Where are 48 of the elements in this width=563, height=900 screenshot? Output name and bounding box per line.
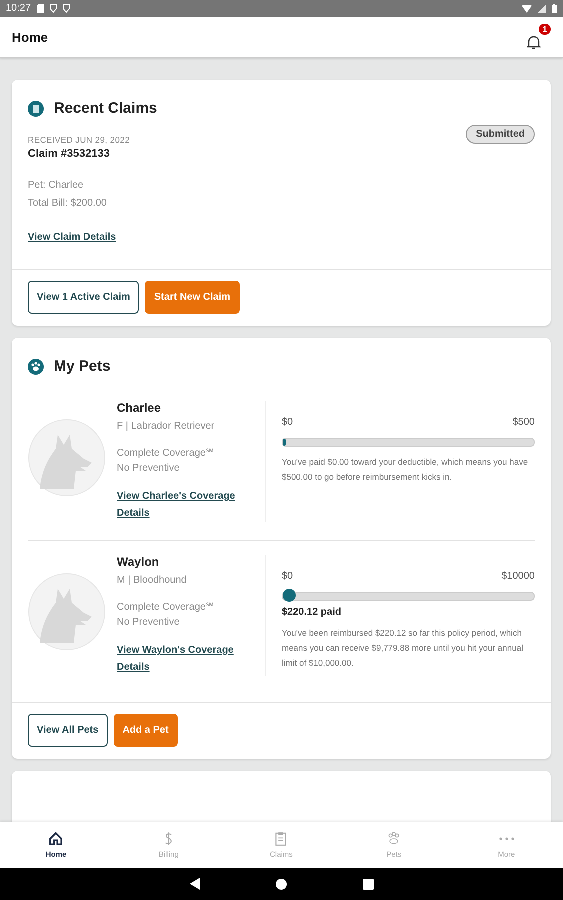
status-time: 10:27 [6, 3, 32, 14]
range-max: $500 [512, 417, 535, 428]
card-title: My Pets [54, 358, 111, 375]
dog-avatar-icon [28, 419, 106, 497]
coverage-plan: Complete Coverage℠ [117, 601, 215, 613]
bell-icon [527, 35, 541, 50]
recents-icon[interactable] [362, 878, 374, 890]
home-button-icon[interactable] [276, 878, 286, 890]
coverage-details-link[interactable]: View Charlee's Coverage Details [117, 488, 257, 522]
claim-details-link[interactable]: View Claim Details [28, 232, 116, 243]
preventive-plan: No Preventive [117, 463, 181, 474]
wifi-icon [522, 4, 532, 12]
coverage-note: You've paid $0.00 toward your deductible, which means you have $500.00 to go before reimbursement kicks in. [282, 456, 530, 484]
page-title: Home [12, 30, 50, 44]
total-bill: Total Bill: $200.00 [28, 198, 108, 209]
claim-number: Claim #3532133 [28, 148, 111, 160]
range-max: $10000 [502, 571, 535, 582]
notification-button[interactable]: 1 [527, 24, 551, 50]
coverage-plan: Complete Coverage℠ [117, 447, 215, 459]
pet-details: M | Bloodhound [117, 575, 188, 586]
pet-label: Pet: Charlee [28, 180, 85, 191]
outline-button[interactable]: View 1 Active Claim [28, 281, 140, 314]
notification-badge: 1 [539, 24, 551, 35]
pet-name: Waylon [117, 555, 160, 569]
status-badge: Submitted [466, 125, 535, 144]
range-min: $0 [282, 417, 294, 428]
coverage-details-link[interactable]: View Waylon's Coverage Details [117, 642, 257, 676]
preventive-plan: No Preventive [117, 617, 181, 628]
sd-card-icon [37, 4, 44, 13]
primary-button[interactable]: Start New Claim [145, 281, 240, 314]
paw-icon [28, 358, 44, 374]
home-icon [48, 831, 64, 847]
pet-name: Charlee [117, 401, 162, 415]
signal-icon [538, 4, 546, 12]
card-title: Recent Claims [54, 100, 158, 117]
outline-button[interactable]: View All Pets [28, 714, 108, 747]
document-icon [28, 100, 44, 116]
coverage-note: You've been reimbursed $220.12 so far this policy period, which means you can receive $9,779.88 more until you hit your annual limit of $10,000.00. [282, 627, 524, 670]
received-date: RECEIVED JUN 29, 2022 [28, 135, 131, 145]
range-min: $0 [282, 571, 294, 582]
dog-avatar-icon [28, 573, 106, 651]
pet-details: F | Labrador Retriever [117, 421, 216, 432]
back-icon[interactable] [190, 878, 200, 890]
primary-button[interactable]: Add a Pet [114, 714, 178, 747]
battery-icon [552, 4, 557, 13]
clipboard-icon [273, 831, 290, 847]
paid-amount: $220.12 paid [282, 607, 342, 618]
more-icon [498, 837, 515, 841]
